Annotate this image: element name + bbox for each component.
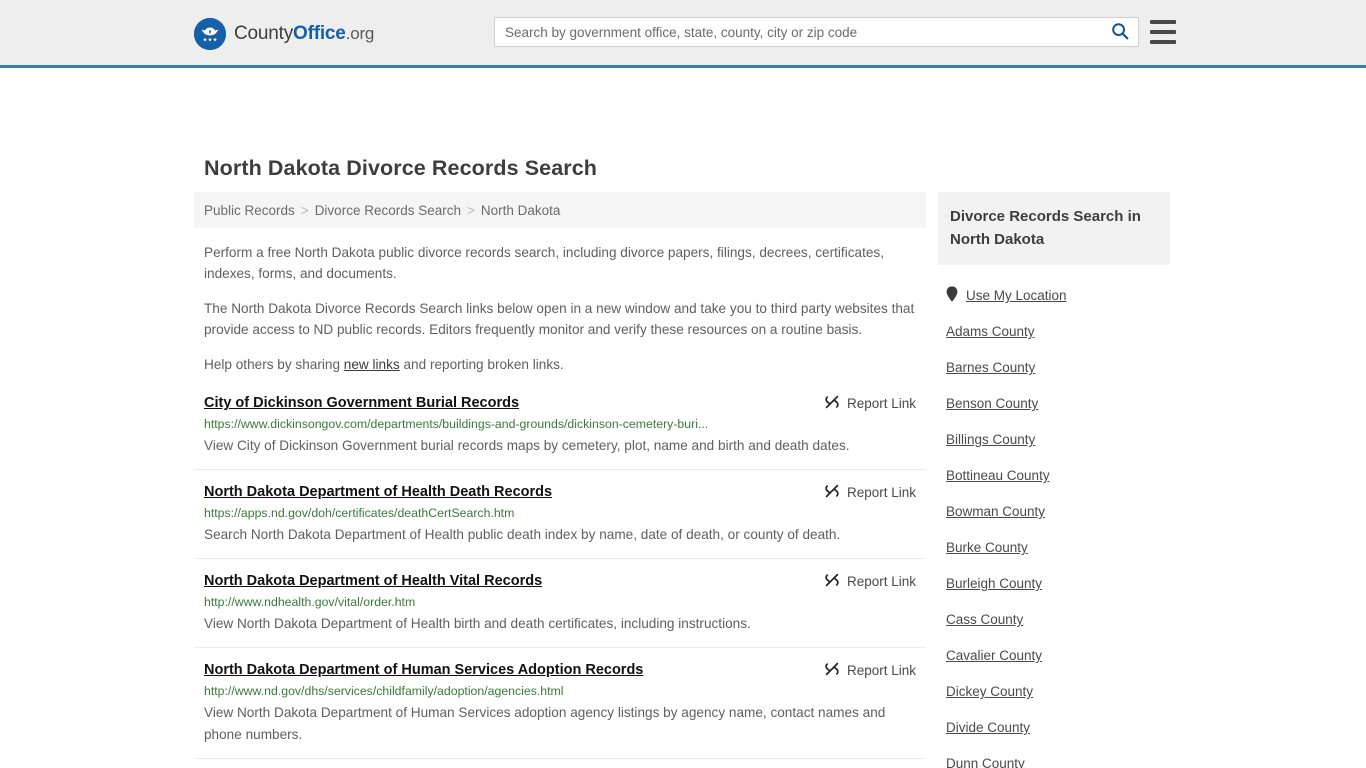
breadcrumb-separator-2: >: [467, 202, 475, 218]
menu-bar-2: [1150, 30, 1176, 34]
brand-part-county: County: [234, 23, 294, 44]
sidebar-county-link[interactable]: Dickey County: [946, 674, 1170, 710]
sidebar-county-link[interactable]: Burke County: [946, 530, 1170, 566]
hamburger-menu-icon[interactable]: [1150, 20, 1176, 44]
breadcrumb-separator-1: >: [300, 202, 309, 218]
broken-link-icon: [824, 394, 840, 413]
sidebar-county-link[interactable]: Burleigh County: [946, 566, 1170, 602]
page-title: North Dakota Divorce Records Search: [204, 156, 598, 180]
search-button[interactable]: [1102, 18, 1138, 46]
report-link-button[interactable]: Report Link: [824, 393, 916, 413]
report-link-label: Report Link: [846, 485, 916, 500]
intro-text-after-link: and reporting broken links.: [399, 357, 564, 372]
result-header: North Dakota Department of Health Vital …: [204, 571, 916, 591]
search-bar[interactable]: [494, 17, 1139, 47]
broken-link-icon: [824, 661, 840, 680]
sidebar-county-link[interactable]: Dunn County: [946, 746, 1170, 768]
result-header: North Dakota Department of Health Death …: [204, 482, 916, 502]
report-link-button[interactable]: Report Link: [824, 571, 916, 591]
result-description: View City of Dickinson Government burial…: [204, 438, 850, 453]
main-content: Public Records > Divorce Records Search …: [194, 192, 926, 768]
sidebar-heading: Divorce Records Search in North Dakota: [938, 192, 1170, 265]
result-description: Search North Dakota Department of Health…: [204, 527, 841, 542]
sidebar-county-link[interactable]: Adams County: [946, 314, 1170, 350]
menu-bar-3: [1150, 40, 1176, 44]
breadcrumb: Public Records > Divorce Records Search …: [194, 192, 926, 228]
intro-paragraph-3: Help others by sharing new links and rep…: [194, 354, 926, 375]
breadcrumb-item-divorce-records-search[interactable]: Divorce Records Search: [315, 203, 461, 218]
result-item: City of Dickinson Government Burial Reco…: [194, 393, 926, 470]
result-title-link[interactable]: City of Dickinson Government Burial Reco…: [204, 393, 519, 413]
result-title-link[interactable]: North Dakota Department of Health Vital …: [204, 571, 542, 591]
search-icon: [1111, 22, 1129, 43]
eagle-stars-emblem-icon: [194, 18, 226, 50]
search-input[interactable]: [495, 18, 1102, 46]
report-link-label: Report Link: [846, 574, 916, 589]
site-header: CountyOffice.org: [0, 0, 1366, 68]
result-title-link[interactable]: North Dakota Department of Human Service…: [204, 660, 643, 680]
report-link-label: Report Link: [846, 396, 916, 411]
result-header: North Dakota Department of Human Service…: [204, 660, 916, 680]
intro-paragraph-1: Perform a free North Dakota public divor…: [204, 245, 884, 281]
sidebar-county-link[interactable]: Divide County: [946, 710, 1170, 746]
brand-part-office: Office: [293, 23, 346, 44]
result-url: https://www.dickinsongov.com/departments…: [204, 417, 709, 431]
sidebar-county-link[interactable]: Cavalier County: [946, 638, 1170, 674]
sidebar-county-link[interactable]: Barnes County: [946, 350, 1170, 386]
site-logo-text: CountyOffice.org: [234, 23, 374, 45]
use-my-location-label: Use My Location: [966, 288, 1067, 303]
breadcrumb-item-public-records[interactable]: Public Records: [204, 203, 295, 218]
result-description: View North Dakota Department of Human Se…: [204, 705, 886, 742]
report-link-button[interactable]: Report Link: [824, 482, 916, 502]
result-item: North Dakota Department of Health Vital …: [194, 571, 926, 648]
result-item: North Dakota Department of Human Service…: [194, 660, 926, 759]
result-url: http://www.nd.gov/dhs/services/childfami…: [204, 684, 564, 698]
map-pin-icon: [946, 286, 958, 305]
intro-text-before-link: Help others by sharing: [204, 357, 344, 372]
menu-bar-1: [1150, 20, 1176, 24]
intro-paragraph-2: The North Dakota Divorce Records Search …: [204, 301, 915, 337]
result-url: https://apps.nd.gov/doh/certificates/dea…: [204, 506, 515, 520]
result-title-link[interactable]: North Dakota Department of Health Death …: [204, 482, 552, 502]
new-links-link[interactable]: new links: [344, 357, 400, 372]
result-header: City of Dickinson Government Burial Reco…: [204, 393, 916, 413]
sidebar: Divorce Records Search in North Dakota U…: [938, 192, 1170, 768]
site-logo-link[interactable]: CountyOffice.org: [194, 18, 374, 50]
broken-link-icon: [824, 483, 840, 502]
broken-link-icon: [824, 572, 840, 591]
use-my-location-button[interactable]: Use My Location: [946, 286, 1170, 305]
result-description: View North Dakota Department of Health b…: [204, 616, 751, 631]
sidebar-county-link[interactable]: Billings County: [946, 422, 1170, 458]
sidebar-county-link[interactable]: Bowman County: [946, 494, 1170, 530]
result-url: http://www.ndhealth.gov/vital/order.htm: [204, 595, 416, 609]
breadcrumb-item-north-dakota: North Dakota: [480, 202, 561, 218]
report-link-button[interactable]: Report Link: [824, 660, 916, 680]
report-link-label: Report Link: [846, 663, 916, 678]
result-item: North Dakota Department of Health Death …: [194, 482, 926, 559]
results-list: City of Dickinson Government Burial Reco…: [194, 393, 926, 768]
sidebar-county-link[interactable]: Cass County: [946, 602, 1170, 638]
sidebar-county-link[interactable]: Bottineau County: [946, 458, 1170, 494]
county-links-list: Adams County Barnes County Benson County Bi…: [938, 314, 1170, 768]
sidebar-county-link[interactable]: Benson County: [946, 386, 1170, 422]
brand-part-tld: .org: [345, 24, 375, 43]
